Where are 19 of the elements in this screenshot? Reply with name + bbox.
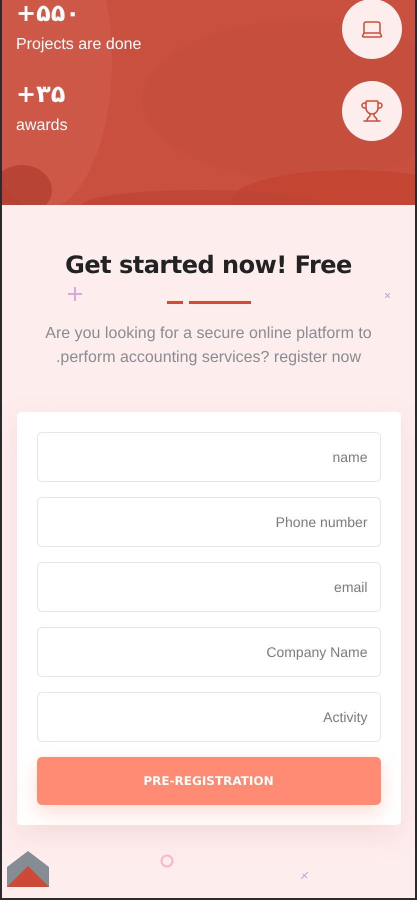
input-field[interactable]: name [36,432,380,482]
cross-decoration [301,872,308,879]
arrow-up-icon [7,851,49,887]
stat-label: Projects are done [16,36,142,54]
pre-registration-button[interactable]: PRE-REGISTRATION [36,757,380,805]
scroll-top-button[interactable] [7,851,49,887]
stat-label: awards [16,117,68,135]
cross-decoration [385,293,390,298]
section-description: Are you looking for a secure online platform to .perform accounting services? register now [44,324,373,368]
input-field[interactable]: email [36,562,380,612]
section-title: Get started now! Free [65,251,352,279]
input-field[interactable]: Company Name [36,627,380,677]
trophy-icon [360,99,384,123]
ring-decoration [160,854,174,868]
input-field[interactable]: Activity [36,692,380,742]
stat-value: +۵۵۰ [16,0,82,26]
stat-value: +۳۵ [16,81,66,107]
plus-decoration [68,287,82,301]
input-field[interactable]: Phone number [36,497,380,547]
